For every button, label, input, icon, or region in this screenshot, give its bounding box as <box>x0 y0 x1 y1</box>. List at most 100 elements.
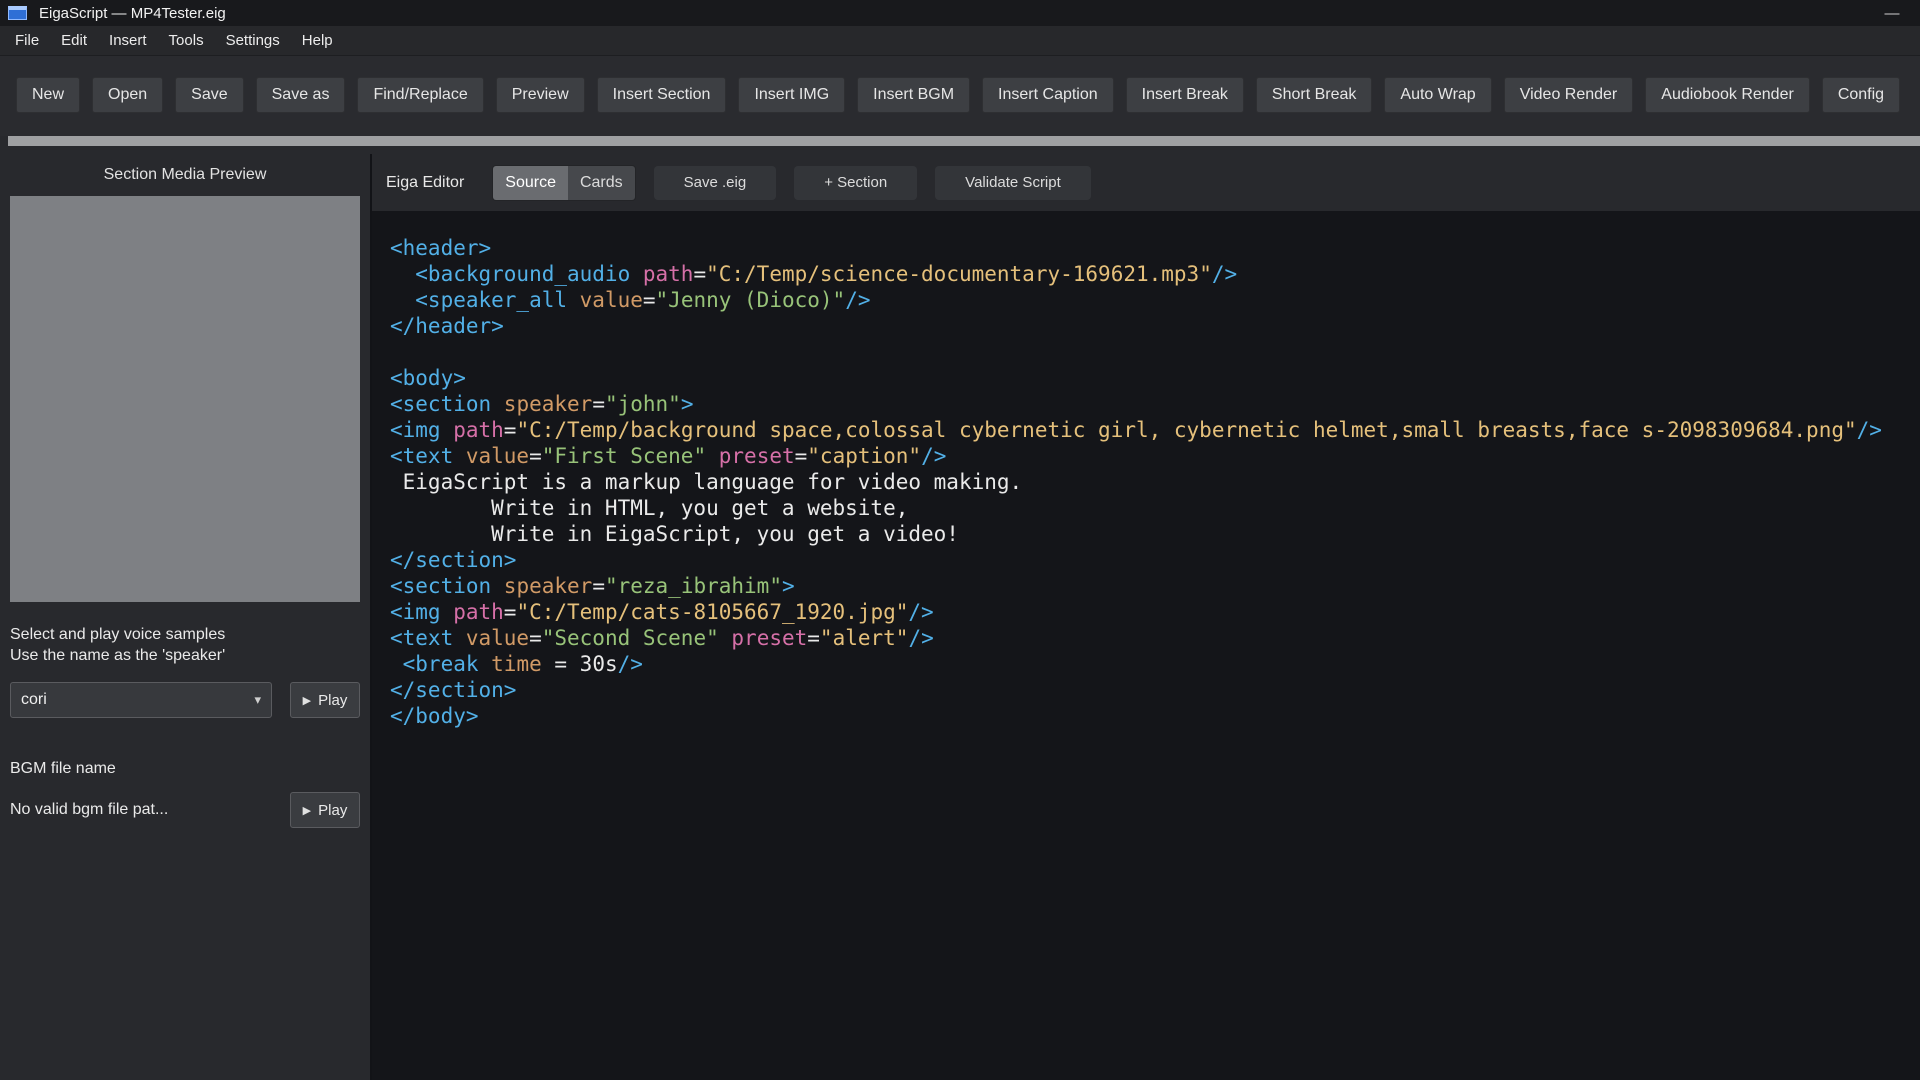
progress-strip <box>8 136 1920 146</box>
code-token: = <box>795 444 808 468</box>
code-token: <body> <box>390 366 466 390</box>
code-line: <text value="Second Scene" preset="alert… <box>390 625 1920 651</box>
code-token: = <box>504 418 517 442</box>
menu-help[interactable]: Help <box>291 27 344 54</box>
code-token <box>706 444 719 468</box>
toolbar-insert-caption-button[interactable]: Insert Caption <box>982 77 1114 113</box>
editor-section-button[interactable]: + Section <box>794 166 917 200</box>
minimize-button[interactable]: — <box>1864 0 1920 26</box>
toolbar: New Open Save Save as Find/Replace Preview Ins… <box>0 56 1920 136</box>
toolbar-save-button[interactable]: Save <box>175 77 243 113</box>
code-token: <speaker_all <box>390 288 580 312</box>
editor-save-eig-button[interactable]: Save .eig <box>654 166 777 200</box>
code-line: <section speaker="reza_ibrahim"> <box>390 573 1920 599</box>
code-token: speaker <box>504 574 593 598</box>
eiga-editor-label: Eiga Editor <box>386 174 464 192</box>
code-token: "Second Scene" <box>542 626 719 650</box>
code-token: = <box>693 262 706 286</box>
code-token: 30s <box>580 652 618 676</box>
toolbar-auto-wrap-button[interactable]: Auto Wrap <box>1384 77 1491 113</box>
code-token: path <box>643 262 694 286</box>
code-token: </section> <box>390 678 516 702</box>
toolbar-preview-button[interactable]: Preview <box>496 77 585 113</box>
code-line: <text value="First Scene" preset="captio… <box>390 443 1920 469</box>
code-token: "C:/Temp/cats-8105667_1920.jpg" <box>516 600 908 624</box>
code-token: = <box>529 444 542 468</box>
menu-settings[interactable]: Settings <box>215 27 291 54</box>
tab-source[interactable]: Source <box>493 166 568 200</box>
code-token: "C:/Temp/science-documentary-169621.mp3" <box>706 262 1212 286</box>
code-token: /> <box>908 626 933 650</box>
code-token: /> <box>618 652 643 676</box>
code-token: <img <box>390 418 453 442</box>
toolbar-save-as-button[interactable]: Save as <box>256 77 346 113</box>
code-token: > <box>681 392 694 416</box>
toolbar-config-button[interactable]: Config <box>1822 77 1900 113</box>
voice-select-value: cori <box>21 691 47 709</box>
code-token: <break <box>390 652 491 676</box>
toolbar-audiobook-render-button[interactable]: Audiobook Render <box>1645 77 1810 113</box>
code-line <box>390 339 1920 365</box>
code-line: <img path="C:/Temp/background space,colo… <box>390 417 1920 443</box>
code-line: <background_audio path="C:/Temp/science-… <box>390 261 1920 287</box>
code-token: value <box>580 288 643 312</box>
editor-validate-script-button[interactable]: Validate Script <box>935 166 1091 200</box>
code-line: </section> <box>390 677 1920 703</box>
code-token: = <box>643 288 656 312</box>
toolbar-video-render-button[interactable]: Video Render <box>1504 77 1634 113</box>
code-token: value <box>466 626 529 650</box>
code-token: /> <box>1857 418 1882 442</box>
code-token: time <box>491 652 542 676</box>
code-token: preset <box>719 444 795 468</box>
toolbar-find-replace-button[interactable]: Find/Replace <box>357 77 483 113</box>
bgm-play-button[interactable]: ▶ Play <box>290 792 360 828</box>
bgm-row: No valid bgm file pat... ▶ Play <box>10 792 360 828</box>
voice-play-button[interactable]: ▶ Play <box>290 682 360 718</box>
code-line: </section> <box>390 547 1920 573</box>
section-media-preview-title: Section Media Preview <box>0 154 370 184</box>
code-token: <text <box>390 626 466 650</box>
code-token: "caption" <box>807 444 921 468</box>
bgm-file-name-label: BGM file name <box>10 760 370 778</box>
code-token: <background_audio <box>390 262 643 286</box>
toolbar-insert-break-button[interactable]: Insert Break <box>1126 77 1244 113</box>
voice-select[interactable]: cori ▾ <box>10 682 272 718</box>
tab-cards[interactable]: Cards <box>568 166 635 200</box>
code-token: <section <box>390 574 504 598</box>
main-panel: Eiga Editor SourceCards Save .eig + Secti… <box>372 154 1920 1080</box>
toolbar-short-break-button[interactable]: Short Break <box>1256 77 1372 113</box>
editor-view-tabs: SourceCards <box>492 165 635 201</box>
code-token: preset <box>731 626 807 650</box>
code-editor[interactable]: <header> <background_audio path="C:/Temp… <box>372 211 1920 1080</box>
menu-tools[interactable]: Tools <box>158 27 215 54</box>
code-token: /> <box>1212 262 1237 286</box>
code-token: EigaScript is a markup language for vide… <box>390 470 1022 494</box>
toolbar-insert-section-button[interactable]: Insert Section <box>597 77 727 113</box>
toolbar-new-button[interactable]: New <box>16 77 80 113</box>
toolbar-insert-bgm-button[interactable]: Insert BGM <box>857 77 970 113</box>
toolbar-open-button[interactable]: Open <box>92 77 163 113</box>
code-token: </body> <box>390 704 479 728</box>
code-token: /> <box>921 444 946 468</box>
code-token: /> <box>845 288 870 312</box>
code-line: Write in EigaScript, you get a video! <box>390 521 1920 547</box>
menu-edit[interactable]: Edit <box>50 27 98 54</box>
menu-file[interactable]: File <box>4 27 50 54</box>
code-line: <section speaker="john"> <box>390 391 1920 417</box>
code-token: > <box>782 574 795 598</box>
editor-buttons: Save .eig + Section Validate Script <box>654 166 1091 200</box>
code-token: = <box>592 574 605 598</box>
code-token: <img <box>390 600 453 624</box>
code-token: value <box>466 444 529 468</box>
code-token: </header> <box>390 314 504 338</box>
code-token: "First Scene" <box>542 444 706 468</box>
code-token: = <box>504 600 517 624</box>
code-token: path <box>453 600 504 624</box>
bgm-play-label: Play <box>318 802 347 819</box>
bgm-status-text: No valid bgm file pat... <box>10 801 168 819</box>
menu-insert[interactable]: Insert <box>98 27 158 54</box>
toolbar-insert-img-button[interactable]: Insert IMG <box>738 77 845 113</box>
sidebar: Section Media Preview Select and play vo… <box>0 154 370 1080</box>
code-line: </body> <box>390 703 1920 729</box>
code-line: EigaScript is a markup language for vide… <box>390 469 1920 495</box>
